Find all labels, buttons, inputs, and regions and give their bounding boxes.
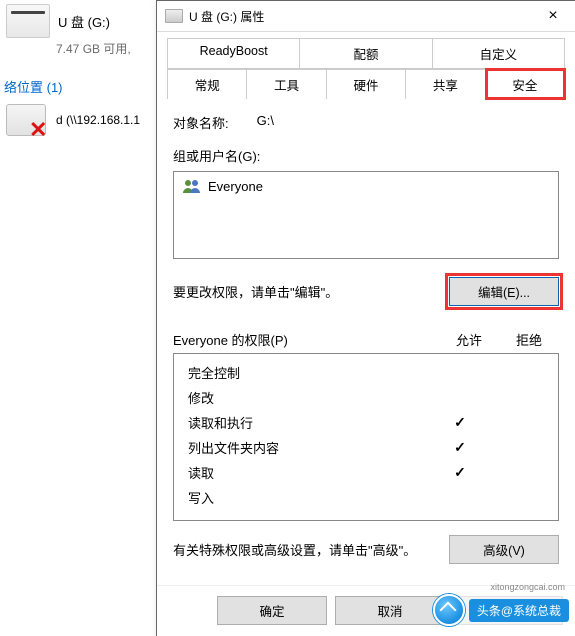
advanced-hint-text: 有关特殊权限或高级设置，请单击"高级"。 (173, 540, 449, 559)
tab-tools[interactable]: 工具 (247, 69, 326, 99)
edit-button[interactable]: 编辑(E)... (449, 277, 559, 306)
tab-row-1: ReadyBoost 配额 自定义 (167, 38, 565, 69)
properties-dialog: U 盘 (G:) 属性 × ReadyBoost 配额 自定义 常规 工具 硬件… (156, 0, 575, 636)
watermark-url: xitongzongcai.com (490, 582, 565, 592)
object-name-row: 对象名称: G:\ (173, 113, 559, 132)
ok-button[interactable]: 确定 (217, 596, 327, 625)
apply-button[interactable]: 应用(A) (453, 596, 563, 625)
perm-name: 读取 (182, 463, 430, 482)
close-button[interactable]: × (531, 1, 575, 31)
network-item-label: d (\\192.168.1.1 (56, 113, 140, 127)
perm-allow (430, 439, 490, 456)
permissions-listbox[interactable]: 完全控制 修改 读取和执行 列出文件夹内容 读取 (173, 353, 559, 521)
window-title: U 盘 (G:) 属性 (189, 8, 531, 25)
tab-readyboost[interactable]: ReadyBoost (167, 38, 300, 68)
tab-hardware[interactable]: 硬件 (327, 69, 406, 99)
drive-icon (6, 4, 50, 38)
cancel-button[interactable]: 取消 (335, 596, 445, 625)
advanced-row: 有关特殊权限或高级设置，请单击"高级"。 高级(V) (173, 535, 559, 564)
perm-row: 写入 (182, 485, 550, 510)
permissions-header-label: Everyone 的权限(P) (173, 330, 439, 349)
perm-row: 列出文件夹内容 (182, 435, 550, 460)
perm-name: 列出文件夹内容 (182, 438, 430, 457)
perm-name: 完全控制 (182, 363, 430, 382)
perm-allow (430, 414, 490, 431)
perm-name: 写入 (182, 488, 430, 507)
perm-row: 读取 (182, 460, 550, 485)
permissions-header: Everyone 的权限(P) 允许 拒绝 (173, 330, 559, 349)
tab-strip: ReadyBoost 配额 自定义 常规 工具 硬件 共享 安全 (157, 32, 575, 99)
object-name-label: 对象名称: (173, 113, 229, 132)
edit-hint-text: 要更改权限，请单击"编辑"。 (173, 282, 449, 301)
dialog-button-bar: 确定 取消 应用(A) (157, 585, 575, 636)
perm-row: 读取和执行 (182, 410, 550, 435)
drive-icon (165, 9, 183, 23)
titlebar: U 盘 (G:) 属性 × (157, 1, 575, 32)
edit-permissions-row: 要更改权限，请单击"编辑"。 编辑(E)... (173, 277, 559, 306)
tab-customize[interactable]: 自定义 (433, 38, 565, 68)
drive-label: U 盘 (G:) (58, 12, 110, 31)
tab-sharing[interactable]: 共享 (406, 69, 485, 99)
advanced-button[interactable]: 高级(V) (449, 535, 559, 564)
users-icon (182, 178, 202, 194)
tab-general[interactable]: 常规 (167, 69, 247, 99)
disconnected-icon: ✕ (29, 119, 51, 141)
perm-row: 修改 (182, 385, 550, 410)
column-deny: 拒绝 (499, 330, 559, 349)
perm-name: 读取和执行 (182, 413, 430, 432)
network-drive-icon: ✕ (6, 104, 46, 136)
dialog-body: 对象名称: G:\ 组或用户名(G): Everyone 要更改权限，请单击"编… (157, 99, 575, 585)
user-entry-label: Everyone (208, 179, 263, 194)
group-user-label: 组或用户名(G): (173, 146, 559, 165)
group-user-listbox[interactable]: Everyone (173, 171, 559, 259)
perm-row: 完全控制 (182, 360, 550, 385)
user-entry-everyone[interactable]: Everyone (180, 176, 552, 196)
tab-quota[interactable]: 配额 (300, 38, 432, 68)
column-allow: 允许 (439, 330, 499, 349)
tab-security[interactable]: 安全 (486, 69, 565, 99)
object-name-value: G:\ (257, 113, 274, 132)
tab-row-2: 常规 工具 硬件 共享 安全 (167, 69, 565, 99)
perm-allow (430, 464, 490, 481)
perm-name: 修改 (182, 388, 430, 407)
